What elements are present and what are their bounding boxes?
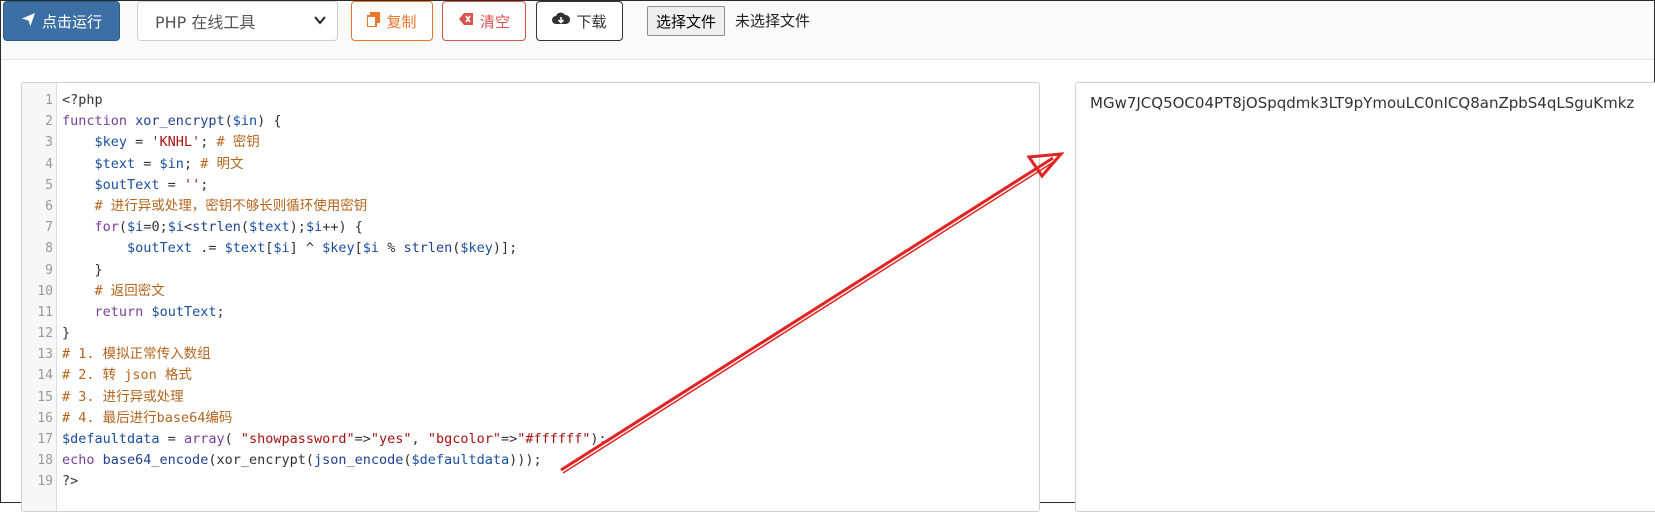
code-line: return $outText; [94, 303, 225, 320]
run-button[interactable]: 点击运行 [3, 1, 120, 41]
tool-select-value: PHP 在线工具 [155, 13, 256, 32]
code-line: } [62, 325, 71, 342]
line-number: 4 [45, 156, 53, 172]
tool-select[interactable]: PHP 在线工具 [137, 1, 338, 41]
file-status: 未选择文件 [735, 12, 811, 30]
line-number: 11 [37, 304, 53, 320]
clear-button[interactable]: 清空 [442, 1, 526, 41]
code-editor[interactable]: 1 <?php 2 function xor_encrypt($in) { 3 $k… [21, 82, 1040, 512]
line-number: 15 [37, 389, 53, 405]
code-line: $key = 'KNHL'; # 密钥 [94, 134, 260, 151]
line-number: 1 [45, 93, 53, 108]
code-line: ?> [62, 473, 79, 490]
download-button-label: 下载 [576, 12, 607, 31]
code-line: function xor_encrypt($in) { [62, 113, 282, 130]
line-number: 14 [37, 368, 53, 384]
download-button[interactable]: 下载 [536, 1, 623, 41]
copy-icon [366, 11, 381, 31]
output-panel: MGw7JCQ5OC04PT8jOSpqdmk3LT9pYmouLC0nICQ8… [1075, 82, 1655, 512]
code-line: $outText .= $text[$i] ^ $key[$i % strlen… [127, 240, 518, 257]
code-line: # 进行异或处理，密钥不够长则循环使用密钥 [94, 197, 368, 214]
code-line: # 1. 模拟正常传入数组 [62, 346, 211, 363]
line-number: 8 [45, 241, 53, 257]
chevron-down-icon [313, 12, 327, 31]
line-number: 17 [37, 432, 53, 447]
code-line: # 返回密文 [94, 282, 165, 299]
cloud-download-icon [552, 12, 571, 30]
line-number: 19 [37, 474, 53, 490]
code-line: <?php [62, 92, 103, 108]
line-number: 16 [37, 410, 53, 426]
line-number: 13 [37, 347, 53, 363]
choose-file-button[interactable]: 选择文件 [647, 6, 726, 36]
output-text: MGw7JCQ5OC04PT8jOSpqdmk3LT9pYmouLC0nICQ8… [1090, 94, 1635, 112]
toolbar: 点击运行 PHP 在线工具 复制 清空 下载 选择文件 未选择文件 [1, 1, 1654, 60]
line-number: 3 [45, 135, 53, 151]
paper-plane-icon [21, 12, 36, 31]
code-line: # 2. 转 json 格式 [62, 367, 192, 384]
line-number: 6 [45, 198, 53, 214]
code-line: } [62, 261, 103, 278]
copy-button-label: 复制 [386, 12, 417, 31]
line-number: 18 [37, 453, 53, 469]
line-number: 5 [45, 177, 53, 193]
line-number: 2 [45, 114, 53, 130]
line-number: 12 [37, 326, 53, 342]
copy-button[interactable]: 复制 [351, 1, 433, 41]
line-number: 10 [37, 283, 53, 299]
code-line: $text = $in; # 明文 [94, 155, 244, 172]
code-line: $outText = ''; [94, 176, 209, 193]
code-line: for($i=0;$i<strlen($text);$i++) { [94, 219, 363, 236]
line-number: 7 [45, 220, 53, 236]
line-number: 9 [45, 262, 53, 278]
run-button-label: 点击运行 [41, 12, 102, 31]
clear-button-label: 清空 [479, 12, 510, 31]
eraser-icon [458, 12, 474, 30]
code-line: $defaultdata = array( "showpassword"=>"y… [62, 431, 607, 447]
code-line: # 3. 进行异或处理 [62, 388, 184, 405]
code-line: # 4. 最后进行base64编码 [62, 409, 233, 426]
code-line: echo base64_encode(xor_encrypt(json_enco… [62, 452, 542, 469]
